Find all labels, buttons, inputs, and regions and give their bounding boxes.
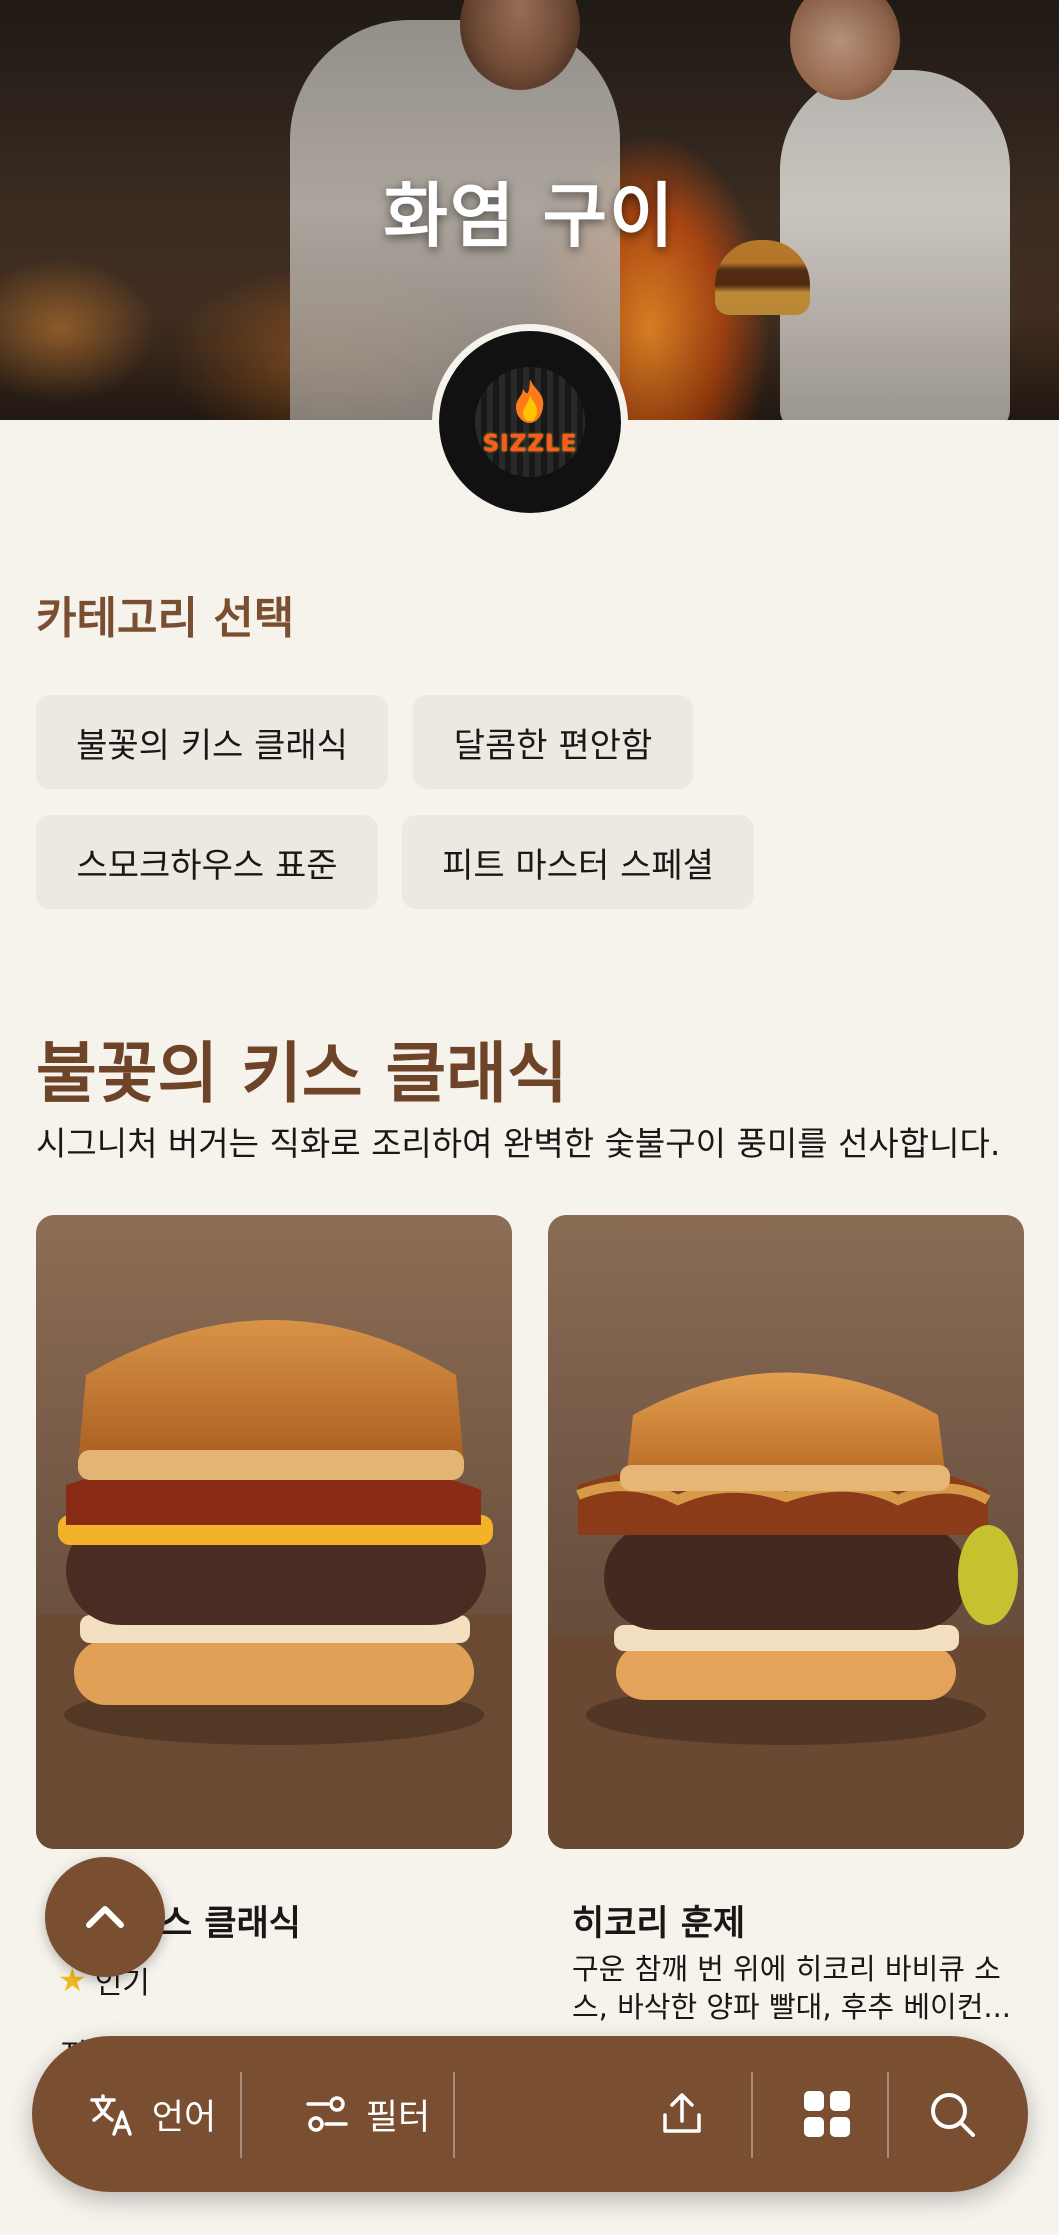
burger-photo-classic bbox=[36, 1215, 512, 1849]
card-description-hickory: 구운 참깨 번 위에 히코리 바비큐 소스, 바삭한 양파 빨대, 후추 베이컨… bbox=[572, 1952, 1012, 2024]
bottom-toolbar: 언어 필터 bbox=[32, 2036, 1028, 2192]
logo-badge: SIZZLE bbox=[439, 331, 621, 513]
burger-image-hickory[interactable] bbox=[548, 1215, 1024, 1849]
burger-photo-hickory bbox=[548, 1215, 1024, 1849]
page-title: 화염 구이 bbox=[383, 175, 676, 257]
grid-view-button[interactable] bbox=[767, 2036, 887, 2192]
category-chip-smokehouse[interactable]: 스모크하우스 표준 bbox=[36, 815, 378, 909]
card-name-hickory: 히코리 훈제 bbox=[572, 1904, 746, 1944]
scroll-to-top-button[interactable] bbox=[45, 1857, 165, 1977]
category-chip-pitmaster[interactable]: 피트 마스터 스페셜 bbox=[402, 815, 754, 909]
filter-icon bbox=[306, 2096, 348, 2132]
category-chip-classic[interactable]: 불꽃의 키스 클래식 bbox=[36, 695, 388, 789]
category-section-label: 카테고리 선택 bbox=[36, 593, 295, 644]
toolbar-divider bbox=[453, 2072, 455, 2158]
toolbar-divider bbox=[240, 2072, 242, 2158]
language-button[interactable]: 언어 bbox=[72, 2036, 232, 2192]
filter-button[interactable]: 필터 bbox=[282, 2036, 452, 2192]
search-icon bbox=[931, 2093, 975, 2137]
logo-text: SIZZLE bbox=[482, 431, 578, 457]
translate-icon bbox=[90, 2094, 132, 2136]
brand-logo: SIZZLE bbox=[432, 324, 628, 520]
menu-section-title: 불꽃의 키스 클래식 bbox=[36, 1035, 568, 1112]
category-chip-sweet[interactable]: 달콤한 편안함 bbox=[413, 695, 693, 789]
search-button[interactable] bbox=[902, 2036, 1002, 2192]
share-icon bbox=[663, 2093, 701, 2133]
language-label: 언어 bbox=[151, 2097, 217, 2138]
chevron-up-icon bbox=[86, 1906, 124, 1928]
burger-image-classic[interactable] bbox=[36, 1215, 512, 1849]
toolbar-divider bbox=[887, 2072, 889, 2158]
share-button[interactable] bbox=[632, 2036, 732, 2192]
flame-icon bbox=[516, 379, 544, 423]
menu-section-description: 시그니처 버거는 직화로 조리하여 완벽한 숯불구이 풍미를 선사합니다. bbox=[36, 1124, 1001, 1163]
filter-label: 필터 bbox=[365, 2097, 431, 2138]
grid-icon bbox=[804, 2091, 850, 2137]
card-name-classic: 스 클래식 bbox=[160, 1904, 301, 1944]
toolbar-divider bbox=[751, 2072, 753, 2158]
